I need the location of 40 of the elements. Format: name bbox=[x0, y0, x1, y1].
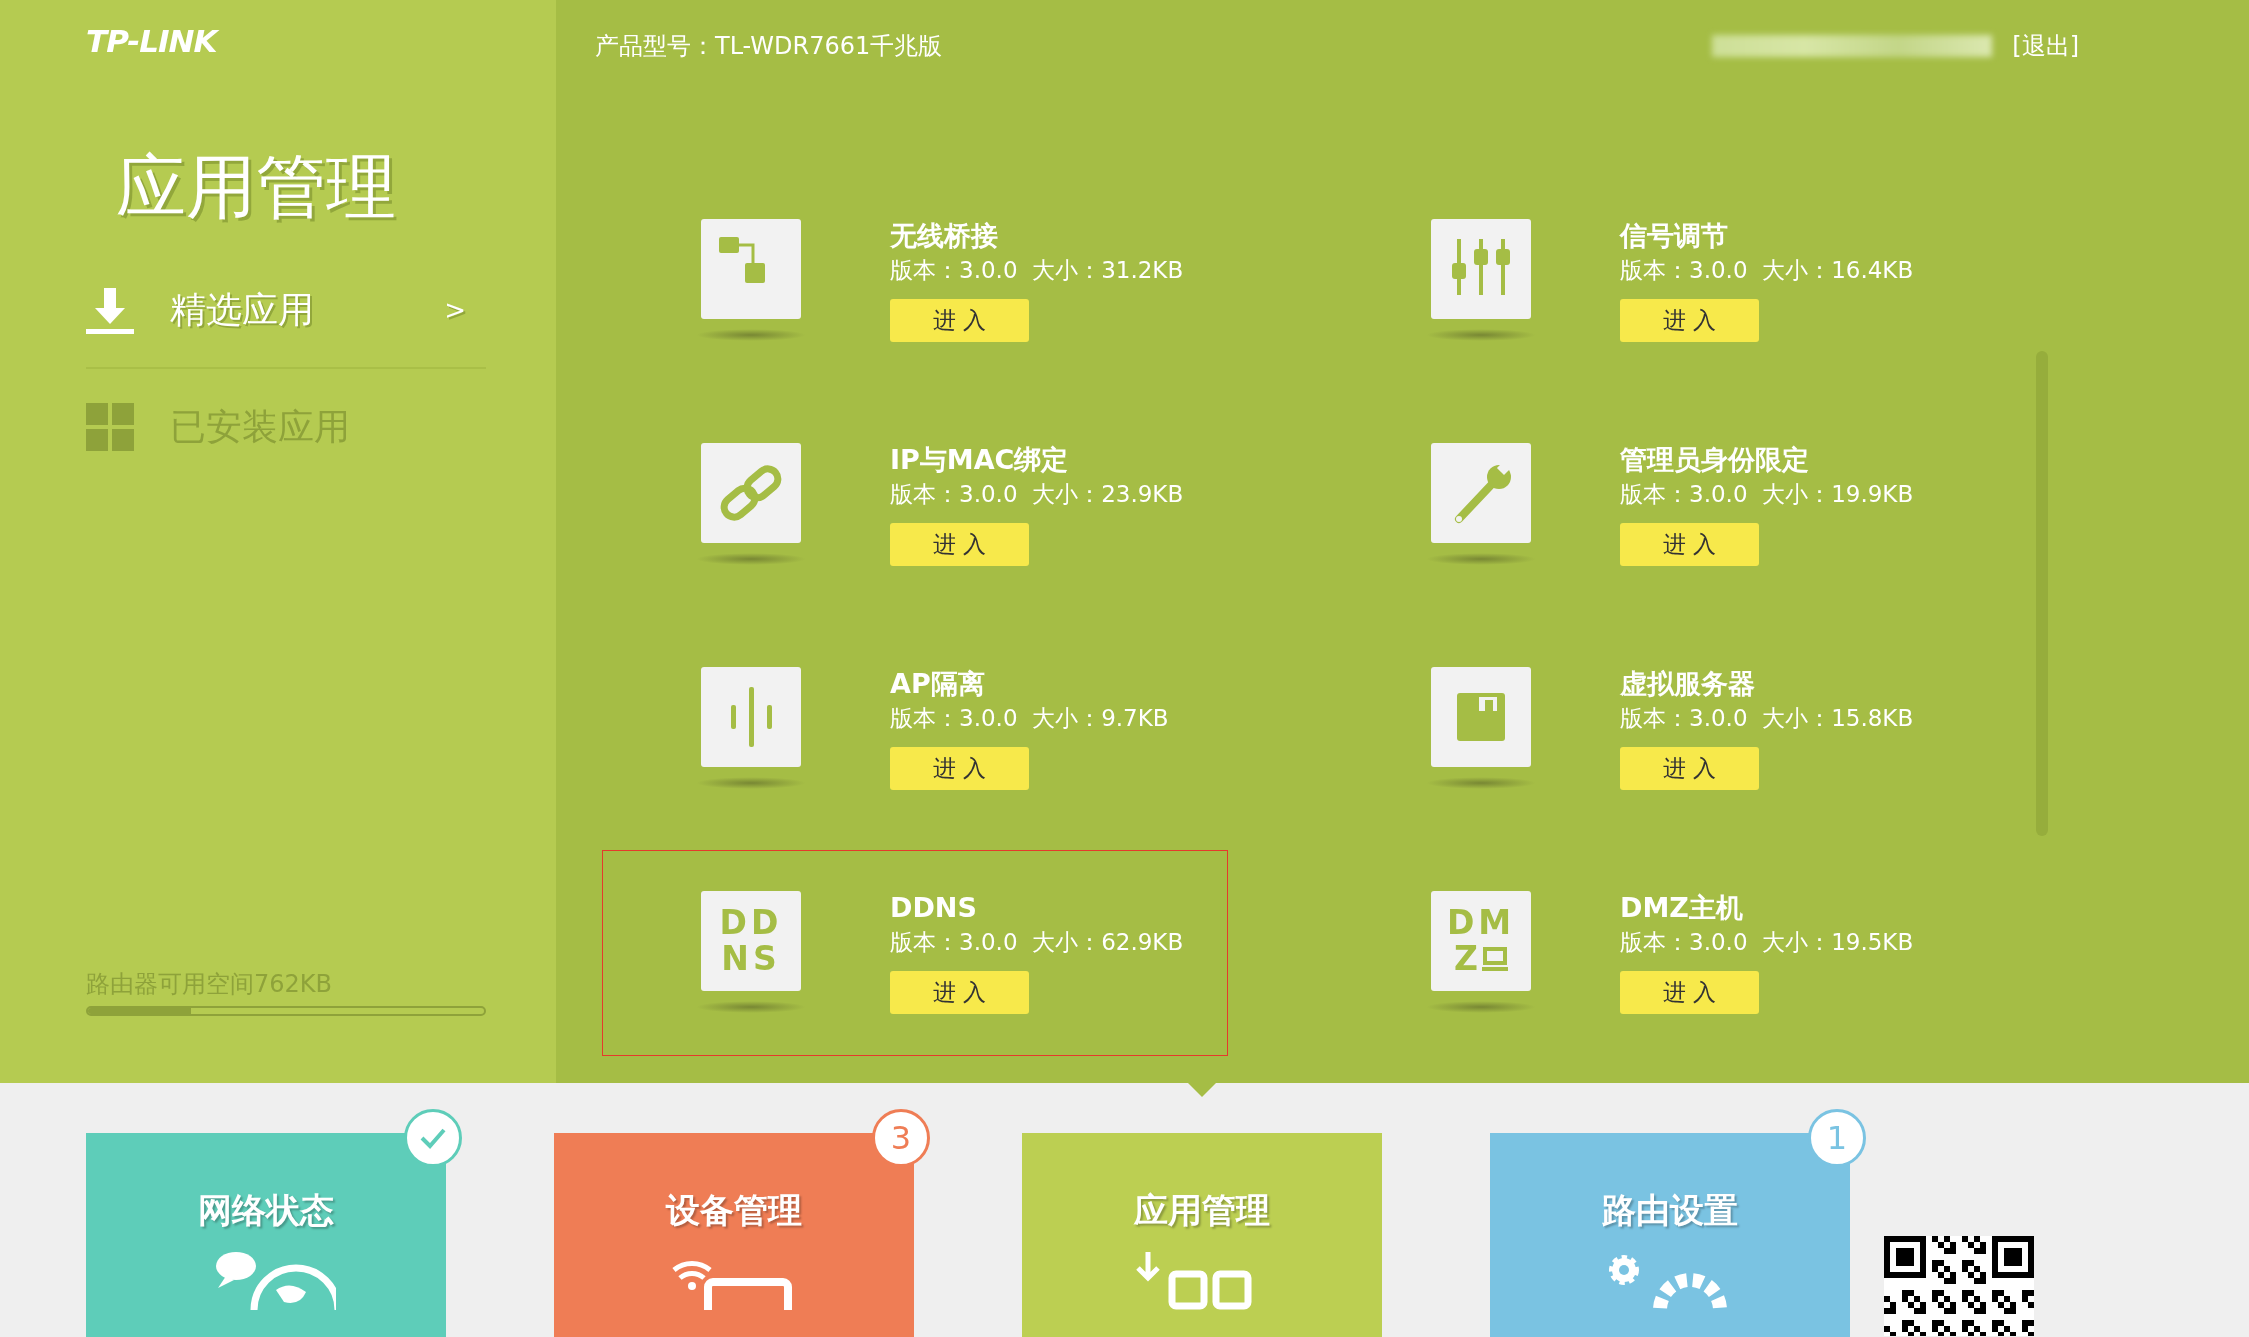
bridge-icon bbox=[701, 219, 801, 319]
app-name: 虚拟服务器 bbox=[1620, 667, 1756, 701]
logo: TP-LINK bbox=[86, 26, 220, 57]
app-info: 版本：3.0.0 大小：9.7KB bbox=[890, 704, 1169, 733]
status-badge: 3 bbox=[872, 1109, 930, 1167]
app-info: 版本：3.0.0 大小：23.9KB bbox=[890, 480, 1184, 509]
app-name: 信号调节 bbox=[1620, 219, 1729, 253]
wrench-icon bbox=[1431, 443, 1531, 543]
check-icon bbox=[419, 1127, 447, 1149]
app-name: 无线桥接 bbox=[890, 219, 999, 253]
grid-icon bbox=[86, 403, 134, 451]
app-name: 管理员身份限定 bbox=[1620, 443, 1810, 477]
enter-button[interactable]: 进 入 bbox=[890, 523, 1029, 566]
app-name: DDNS bbox=[890, 891, 978, 925]
app-icon: DM Z bbox=[1431, 891, 1531, 991]
model-label: 产品型号：TL-WDR7661千兆版 bbox=[595, 31, 943, 62]
enter-button[interactable]: 进 入 bbox=[1620, 299, 1759, 342]
app-name: IP与MAC绑定 bbox=[890, 443, 1070, 477]
enter-button[interactable]: 进 入 bbox=[890, 971, 1029, 1014]
app-info: 版本：3.0.0 大小：19.9KB bbox=[1620, 480, 1914, 509]
app-info: 版本：3.0.0 大小：62.9KB bbox=[890, 928, 1184, 957]
download-icon bbox=[86, 286, 134, 334]
enter-button[interactable]: 进 入 bbox=[890, 299, 1029, 342]
enter-button[interactable]: 进 入 bbox=[1620, 971, 1759, 1014]
app-name: DMZ主机 bbox=[1620, 891, 1744, 925]
app-name: AP隔离 bbox=[890, 667, 986, 701]
bars-icon bbox=[701, 667, 801, 767]
enter-button[interactable]: 进 入 bbox=[1620, 747, 1759, 790]
app-info: 版本：3.0.0 大小：19.5KB bbox=[1620, 928, 1914, 957]
app-icon: DD NS bbox=[701, 891, 801, 991]
app-info: 版本：3.0.0 大小：31.2KB bbox=[890, 256, 1184, 285]
computer-icon bbox=[1481, 946, 1508, 972]
page-title: 应用管理 bbox=[116, 145, 397, 229]
status-badge: 1 bbox=[1808, 1109, 1866, 1167]
app-info: 版本：3.0.0 大小：15.8KB bbox=[1620, 704, 1914, 733]
chain-link-icon bbox=[701, 443, 801, 543]
enter-button[interactable]: 进 入 bbox=[1620, 523, 1759, 566]
app-info: 版本：3.0.0 大小：16.4KB bbox=[1620, 256, 1914, 285]
enter-button[interactable]: 进 入 bbox=[890, 747, 1029, 790]
sliders-icon bbox=[1431, 219, 1531, 319]
